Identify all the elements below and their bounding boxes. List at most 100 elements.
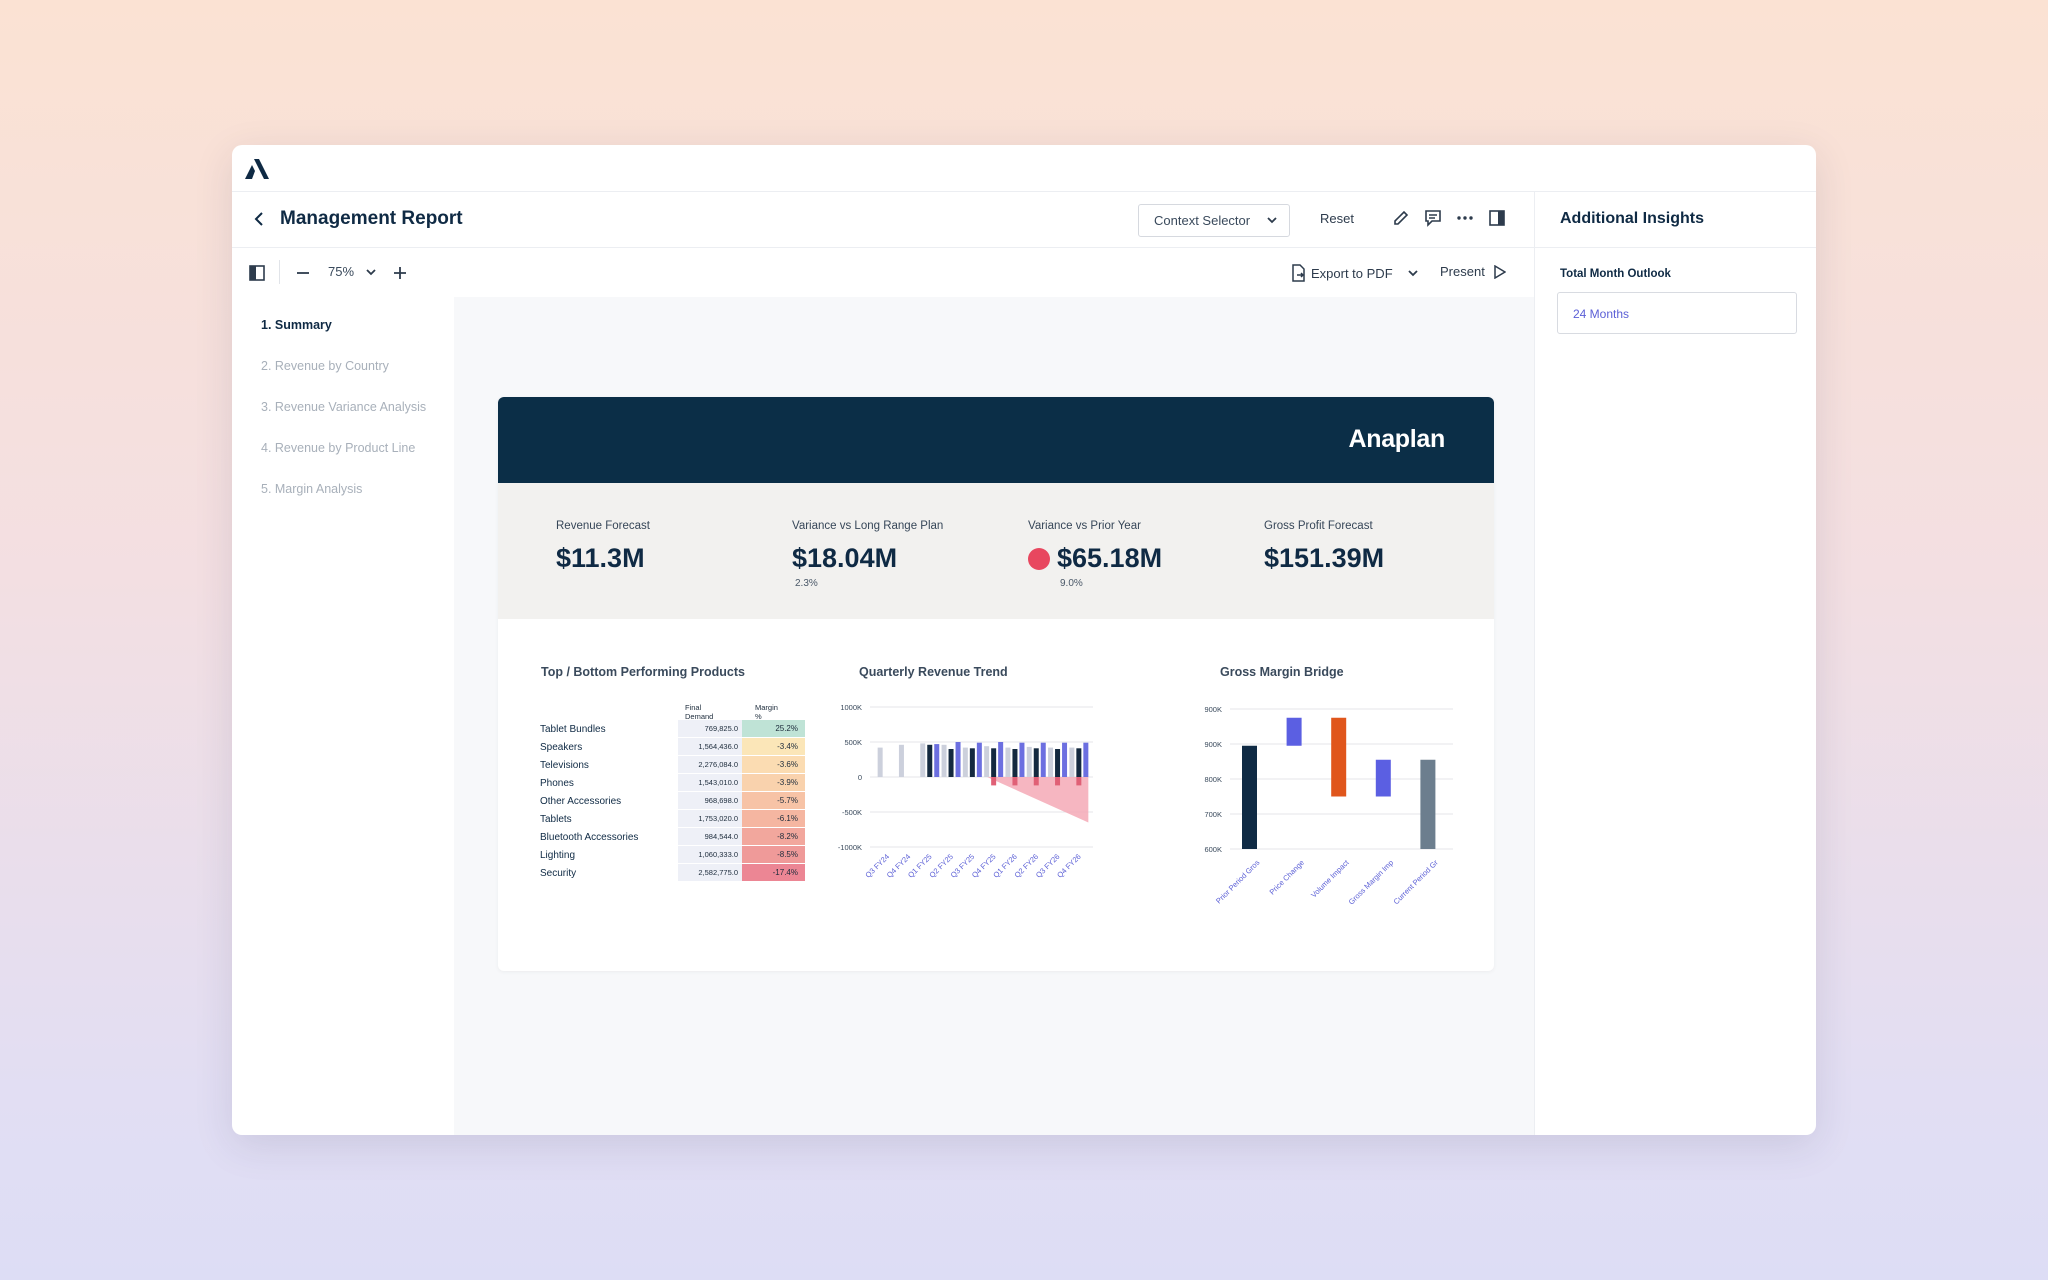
report-toolbar: 75% Export to PDF Present bbox=[232, 248, 1534, 297]
zoom-dropdown[interactable]: 75% bbox=[328, 264, 376, 279]
margin-cell: -5.7% bbox=[742, 792, 805, 810]
y-tick-label: -1000K bbox=[838, 843, 862, 852]
kpi-variance-long-range-plan: Variance vs Long Range Plan $18.04M 2.3% bbox=[792, 520, 943, 589]
toggle-nav-panel-icon[interactable] bbox=[248, 264, 266, 282]
toggle-side-panel-icon[interactable] bbox=[1488, 209, 1506, 227]
margin-cell: -6.1% bbox=[742, 810, 805, 828]
product-name: Tablet Bundles bbox=[540, 724, 606, 735]
product-name: Bluetooth Accessories bbox=[540, 832, 639, 843]
waterfall-bar bbox=[1375, 759, 1391, 797]
bar bbox=[1062, 742, 1068, 777]
bar bbox=[934, 744, 940, 777]
kpi-revenue-forecast: Revenue Forecast $11.3M bbox=[556, 520, 650, 574]
bar bbox=[955, 742, 961, 777]
nav-item-revenue-by-product-line[interactable]: 4. Revenue by Product Line bbox=[261, 441, 415, 455]
chevron-down-icon bbox=[366, 269, 376, 276]
margin-cell: -3.6% bbox=[742, 756, 805, 774]
y-tick-label: 1000K bbox=[840, 703, 862, 712]
waterfall-bar bbox=[1242, 745, 1257, 849]
anaplan-logo-icon[interactable] bbox=[245, 159, 269, 179]
final-demand-cell: 1,564,436.0 bbox=[678, 738, 742, 756]
back-arrow-icon[interactable] bbox=[254, 211, 264, 227]
waterfall-bar bbox=[1331, 717, 1347, 797]
bar bbox=[1012, 749, 1018, 777]
y-tick-label: -500K bbox=[842, 808, 862, 817]
margin-cell: -17.4% bbox=[742, 864, 805, 882]
nav-item-summary[interactable]: 1. Summary bbox=[261, 318, 332, 332]
kpi-label: Gross Profit Forecast bbox=[1264, 520, 1373, 532]
comment-icon[interactable] bbox=[1424, 209, 1442, 227]
kpi-strip: Revenue Forecast $11.3M Variance vs Long… bbox=[498, 483, 1494, 619]
nav-item-revenue-by-country[interactable]: 2. Revenue by Country bbox=[261, 359, 389, 373]
y-tick-label: 0 bbox=[858, 773, 862, 782]
x-tick-label: Current Period Gr bbox=[1392, 858, 1441, 907]
play-icon bbox=[1494, 264, 1506, 279]
zoom-in-icon[interactable] bbox=[393, 266, 407, 280]
total-month-outlook-label: Total Month Outlook bbox=[1560, 268, 1671, 280]
bar bbox=[1076, 748, 1082, 777]
bar bbox=[920, 743, 926, 777]
y-tick-label: 500K bbox=[844, 738, 862, 747]
final-demand-cell: 2,276,084.0 bbox=[678, 756, 742, 774]
edit-icon[interactable] bbox=[1392, 209, 1410, 227]
report-page: Anaplan Revenue Forecast $11.3M Variance… bbox=[498, 397, 1494, 971]
nav-item-revenue-variance-analysis[interactable]: 3. Revenue Variance Analysis bbox=[261, 400, 426, 414]
y-tick-label: 900K bbox=[1204, 705, 1222, 714]
bar bbox=[1033, 748, 1039, 777]
anaplan-brand-logo: Anaplan bbox=[1348, 425, 1445, 453]
final-demand-cell: 1,543,010.0 bbox=[678, 774, 742, 792]
bar bbox=[1005, 747, 1011, 777]
table-row: Lighting 1,060,333.0 -8.5% bbox=[540, 846, 805, 864]
total-month-outlook-field[interactable]: 24 Months bbox=[1557, 292, 1797, 334]
chevron-down-icon bbox=[1267, 217, 1277, 224]
y-tick-label: 800K bbox=[1204, 775, 1222, 784]
bar bbox=[1048, 747, 1054, 777]
final-demand-cell: 1,753,020.0 bbox=[678, 810, 742, 828]
nav-item-margin-analysis[interactable]: 5. Margin Analysis bbox=[261, 482, 362, 496]
context-selector-label: Context Selector bbox=[1154, 213, 1251, 228]
column-header-margin: Margin % bbox=[755, 703, 778, 721]
table-row: Tablet Bundles 769,825.0 25.2% bbox=[540, 720, 805, 738]
side-panel-divider bbox=[1535, 247, 1816, 248]
zoom-level: 75% bbox=[328, 264, 355, 279]
kpi-gross-profit-forecast: Gross Profit Forecast $151.39M bbox=[1264, 520, 1384, 574]
reset-button[interactable]: Reset bbox=[1320, 211, 1354, 226]
bar bbox=[1019, 742, 1025, 777]
zoom-out-icon[interactable] bbox=[296, 268, 310, 278]
final-demand-cell: 984,544.0 bbox=[678, 828, 742, 846]
kpi-value: $151.39M bbox=[1264, 543, 1385, 573]
final-demand-cell: 968,698.0 bbox=[678, 792, 742, 810]
bar bbox=[1033, 777, 1039, 786]
kpi-label: Revenue Forecast bbox=[556, 520, 650, 532]
table-row: Phones 1,543,010.0 -3.9% bbox=[540, 774, 805, 792]
product-name: Lighting bbox=[540, 850, 576, 861]
bar bbox=[941, 744, 947, 777]
margin-cell: -8.5% bbox=[742, 846, 805, 864]
chevron-down-icon[interactable] bbox=[1408, 269, 1418, 277]
kpi-value: $11.3M bbox=[556, 543, 645, 573]
kpi-label: Variance vs Long Range Plan bbox=[792, 520, 944, 532]
bar bbox=[927, 744, 933, 777]
kpi-value: $65.18M bbox=[1057, 543, 1163, 573]
present-button[interactable]: Present bbox=[1440, 264, 1506, 279]
table-row: Other Accessories 968,698.0 -5.7% bbox=[540, 792, 805, 810]
margin-cell: 25.2% bbox=[742, 720, 805, 738]
report-banner: Anaplan bbox=[498, 397, 1494, 483]
top-bar bbox=[232, 145, 1816, 192]
kpi-variance-prior-year: Variance vs Prior Year $65.18M 9.0% bbox=[1028, 520, 1162, 589]
product-name: Phones bbox=[540, 778, 574, 789]
export-label: Export to PDF bbox=[1311, 265, 1393, 281]
product-name: Other Accessories bbox=[540, 796, 622, 807]
table-row: Tablets 1,753,020.0 -6.1% bbox=[540, 810, 805, 828]
bar bbox=[877, 747, 883, 777]
export-to-pdf-button[interactable]: Export to PDF bbox=[1290, 264, 1418, 282]
kpi-sub: 9.0% bbox=[1060, 578, 1083, 589]
product-name: Televisions bbox=[540, 760, 589, 771]
table-row: Bluetooth Accessories 984,544.0 -8.2% bbox=[540, 828, 805, 846]
product-name: Speakers bbox=[540, 742, 583, 753]
table-row: Security 2,582,775.0 -17.4% bbox=[540, 864, 805, 882]
final-demand-cell: 2,582,775.0 bbox=[678, 864, 742, 882]
context-selector-dropdown[interactable]: Context Selector bbox=[1138, 204, 1290, 237]
more-options-icon[interactable] bbox=[1456, 209, 1474, 227]
report-panels: Top / Bottom Performing Products Final D… bbox=[498, 619, 1494, 971]
